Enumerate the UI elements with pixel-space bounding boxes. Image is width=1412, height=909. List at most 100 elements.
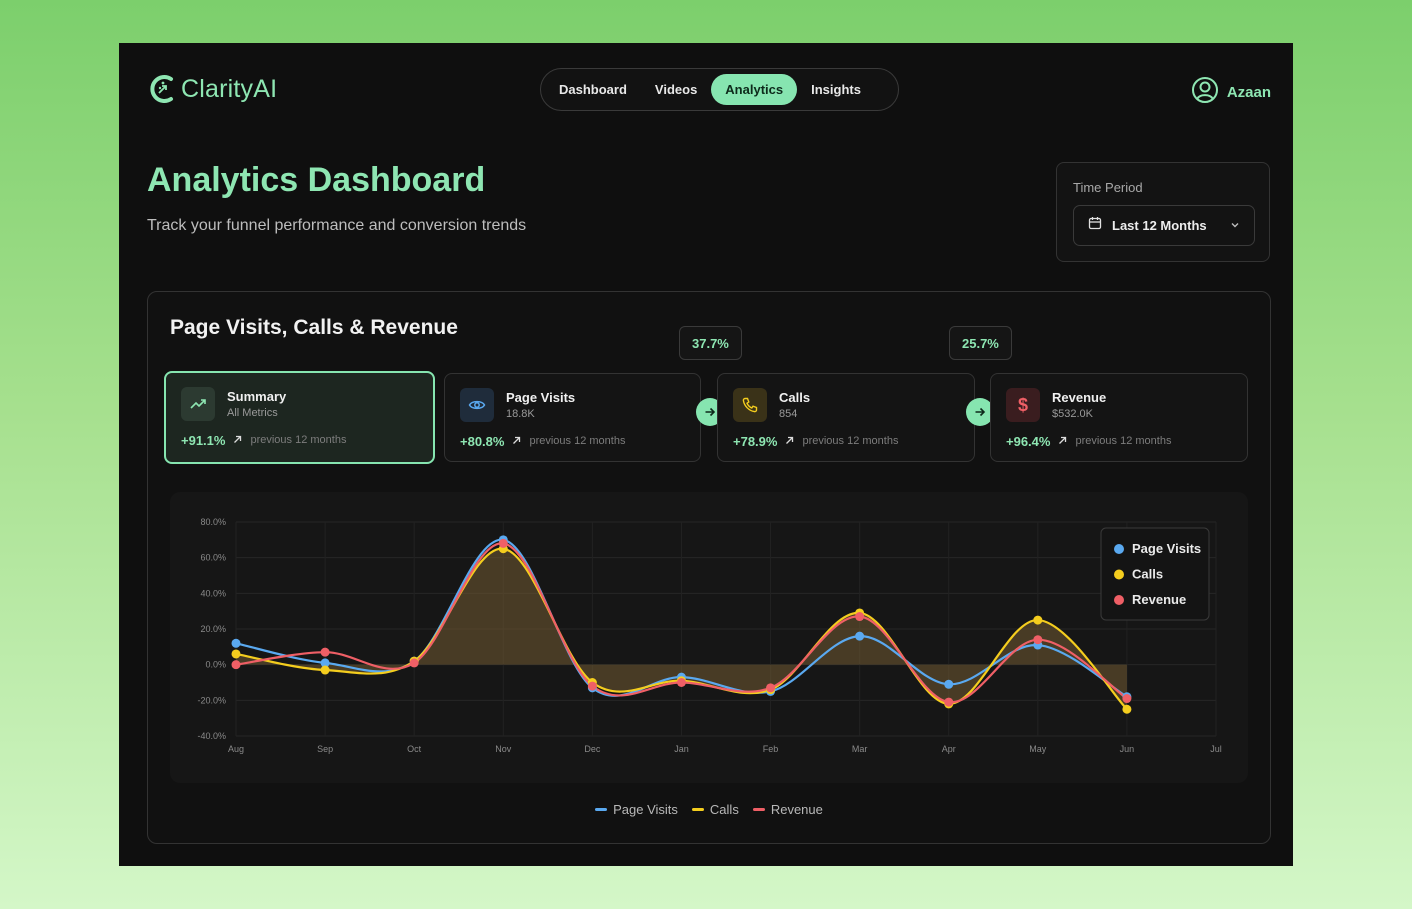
metric-name: Page Visits	[506, 390, 576, 405]
metric-change: +78.9%	[733, 433, 778, 449]
page-subtitle: Track your funnel performance and conver…	[147, 217, 527, 234]
metric-name: Calls	[779, 390, 811, 405]
metric-value: $532.0K	[1052, 408, 1093, 420]
card-title: Page Visits, Calls & Revenue	[170, 316, 458, 339]
data-point	[676, 678, 686, 687]
brand-logo[interactable]: ClarityAI	[149, 73, 277, 105]
metric-change: +91.1%	[181, 432, 226, 448]
conversion-rate-badge: 37.7%	[679, 326, 742, 360]
legend-label: Revenue	[1132, 592, 1186, 607]
data-point	[855, 612, 865, 622]
metric-card-page-visits[interactable]: Page Visits 18.8K +80.8% previous 12 mon…	[444, 373, 701, 462]
x-tick-label: Jun	[1120, 744, 1135, 754]
data-point	[231, 660, 241, 670]
x-tick-label: Jan	[674, 744, 689, 754]
eye-icon	[460, 388, 494, 422]
chart-svg: 80.0% 60.0% 40.0% 20.0% 0.0% -20.0% -40.0%Aug S…	[197, 517, 1222, 754]
legend-marker	[1114, 595, 1124, 605]
chevron-down-icon	[1230, 217, 1240, 235]
legend-marker	[1114, 569, 1124, 580]
user-avatar-icon	[1191, 76, 1219, 109]
metric-change: +80.8%	[460, 433, 505, 449]
metric-card-revenue[interactable]: $ Revenue $532.0K +96.4% previous 12 mon…	[990, 373, 1248, 462]
metric-change: +96.4%	[1006, 433, 1051, 449]
phone-icon	[733, 388, 767, 422]
legend-swatch	[752, 808, 765, 811]
dollar-icon: $	[1006, 388, 1040, 422]
x-tick-label: Nov	[495, 744, 512, 754]
main-nav: Dashboard Videos Analytics Insights	[540, 68, 899, 111]
y-tick-label: 0.0%	[205, 660, 226, 670]
x-tick-label: Dec	[584, 744, 601, 754]
nav-videos[interactable]: Videos	[641, 74, 711, 105]
metric-name: Revenue	[1052, 390, 1107, 405]
legend-label: Calls	[1132, 567, 1163, 582]
metric-card-summary[interactable]: Summary All Metrics +91.1% previous 12 m…	[164, 371, 435, 464]
x-tick-label: Feb	[763, 744, 779, 754]
data-point	[587, 681, 597, 691]
bottom-legend-item[interactable]: Revenue	[752, 802, 823, 817]
conversion-rate-badge: 25.7%	[949, 326, 1012, 360]
time-period-panel: Time Period Last 12 Months	[1056, 162, 1270, 262]
y-tick-label: 40.0%	[200, 588, 226, 598]
metric-period: previous 12 months	[802, 435, 899, 447]
x-tick-label: Apr	[942, 744, 956, 754]
metric-value: All Metrics	[227, 407, 278, 419]
time-period-select[interactable]: Last 12 Months	[1073, 205, 1255, 246]
data-point	[944, 697, 954, 707]
metric-card-calls[interactable]: Calls 854 +78.9% previous 12 months	[717, 373, 975, 462]
metric-period: previous 12 months	[529, 435, 626, 447]
time-period-label: Time Period	[1073, 180, 1143, 195]
data-point	[766, 683, 776, 693]
nav-analytics[interactable]: Analytics	[711, 74, 798, 105]
x-tick-label: May	[1029, 744, 1047, 754]
metric-name: Summary	[227, 389, 287, 404]
clarity-logo-icon	[149, 73, 177, 105]
funnel-card: Page Visits, Calls & Revenue 37.7% 25.7%…	[147, 291, 1271, 844]
arrow-up-right-icon	[512, 432, 521, 450]
bottom-legend-item[interactable]: Page Visits	[595, 802, 678, 817]
x-tick-label: Mar	[852, 744, 868, 754]
x-tick-label: Oct	[407, 744, 422, 754]
legend-marker	[1114, 544, 1124, 554]
arrow-up-right-icon	[233, 431, 242, 449]
data-point	[320, 665, 330, 675]
page-title: Analytics Dashboard	[147, 161, 486, 199]
metric-value: 854	[779, 408, 798, 420]
metric-period: previous 12 months	[250, 434, 347, 446]
legend-swatch	[691, 808, 704, 811]
y-tick-label: 60.0%	[200, 553, 226, 563]
nav-dashboard[interactable]: Dashboard	[545, 74, 641, 105]
data-point	[855, 631, 865, 641]
x-tick-label: Sep	[317, 744, 333, 754]
x-tick-label: Aug	[228, 744, 244, 754]
data-point	[1033, 635, 1043, 645]
nav-insights[interactable]: Insights	[797, 74, 875, 105]
calendar-icon	[1088, 216, 1102, 235]
y-tick-label: -40.0%	[197, 731, 226, 741]
app-window: ClarityAI Dashboard Videos Analytics Ins…	[119, 43, 1293, 866]
y-tick-label: 20.0%	[200, 624, 226, 634]
data-point	[231, 638, 241, 648]
y-tick-label: -20.0%	[197, 695, 226, 705]
y-tick-label: 80.0%	[200, 517, 226, 527]
trending-up-icon	[181, 387, 215, 421]
data-point	[231, 649, 241, 659]
metric-value: 18.8K	[506, 408, 535, 420]
legend-label: Page Visits	[613, 802, 678, 817]
data-point	[1122, 694, 1132, 704]
legend-swatch	[595, 808, 608, 811]
data-point	[1033, 615, 1043, 625]
data-point	[320, 647, 330, 657]
data-point	[1122, 704, 1132, 714]
arrow-up-right-icon	[785, 432, 794, 450]
brand-name: ClarityAI	[181, 74, 278, 103]
bottom-legend: Page Visits Calls Revenue	[148, 802, 1270, 817]
user-menu[interactable]: Azaan	[1191, 76, 1271, 109]
line-chart: 80.0% 60.0% 40.0% 20.0% 0.0% -20.0% -40.0% Aug S…	[170, 492, 1248, 783]
legend-label: Revenue	[770, 802, 823, 817]
user-name: Azaan	[1226, 84, 1271, 101]
bottom-legend-item[interactable]: Calls	[691, 802, 739, 817]
x-tick-label: Jul	[1210, 744, 1222, 754]
data-point	[944, 679, 954, 689]
